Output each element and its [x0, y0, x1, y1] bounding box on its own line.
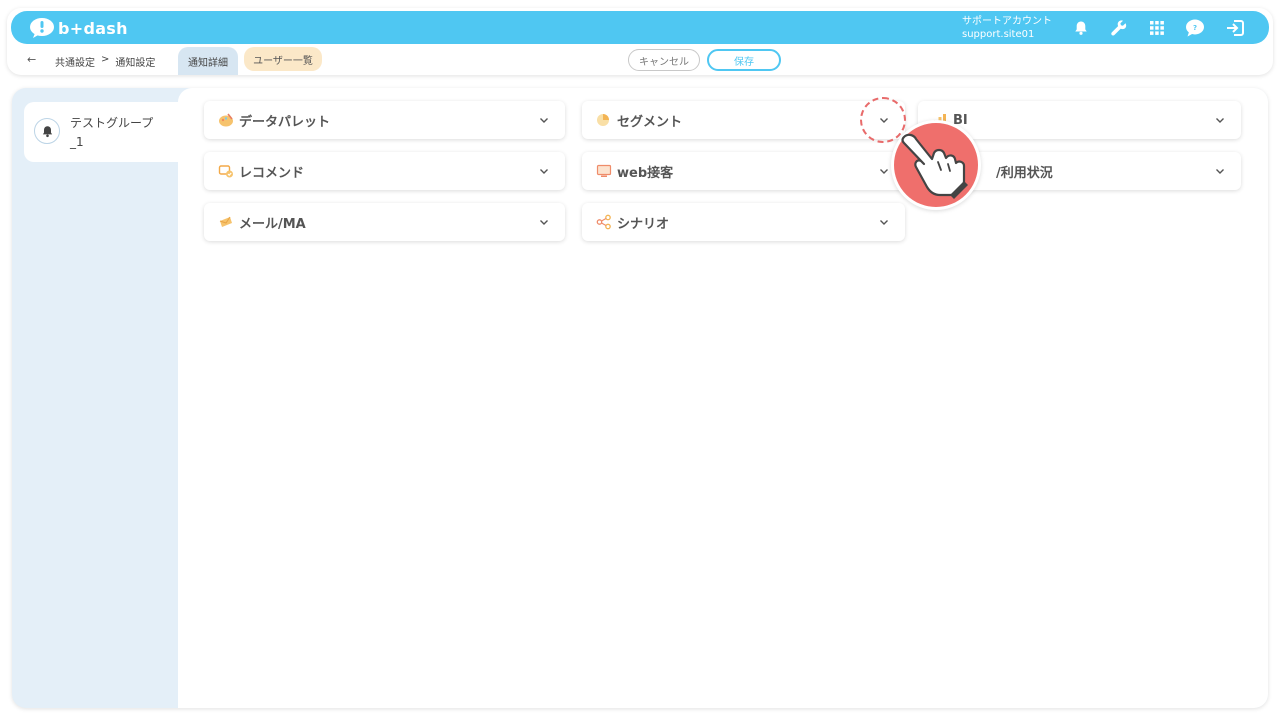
bell-icon[interactable] — [1070, 17, 1092, 39]
wrench-icon[interactable] — [1108, 17, 1130, 39]
app-root: b+dash サポートアカウント support.site01 ? ← 共通設定… — [0, 0, 1280, 720]
category-recommend[interactable]: レコメンド — [204, 152, 565, 190]
cancel-button[interactable]: キャンセル — [628, 49, 700, 71]
palette-icon — [218, 112, 234, 128]
segment-icon — [596, 112, 612, 128]
account-site: support.site01 — [962, 29, 1035, 40]
header-card: b+dash サポートアカウント support.site01 ? ← 共通設定… — [7, 8, 1273, 75]
back-arrow-icon[interactable]: ← — [27, 53, 36, 66]
category-label: web接客 — [617, 165, 674, 181]
grid-icon[interactable] — [1146, 17, 1168, 39]
category-label: メール/MA — [239, 216, 306, 232]
chevron-down-icon[interactable] — [537, 215, 551, 229]
chevron-down-icon[interactable] — [537, 164, 551, 178]
category-label: シナリオ — [617, 216, 670, 232]
logout-icon[interactable] — [1224, 17, 1246, 39]
chevron-down-icon[interactable] — [1213, 113, 1227, 127]
logo-text: b+dash — [58, 18, 128, 38]
chevron-down-icon[interactable] — [537, 113, 551, 127]
chevron-down-icon[interactable] — [877, 164, 891, 178]
account-label: サポートアカウント — [962, 16, 1052, 27]
mail-icon — [218, 214, 234, 230]
pointing-hand-icon — [891, 120, 981, 210]
sidebar-item-label: テストグループ_1 — [70, 116, 154, 149]
logo[interactable]: b+dash — [29, 16, 128, 40]
account-info[interactable]: サポートアカウント support.site01 — [962, 15, 1052, 41]
category-segment[interactable]: セグメント — [582, 101, 905, 139]
breadcrumb-separator: > — [101, 54, 110, 65]
breadcrumb: 共通設定 > 通知設定 — [55, 54, 155, 69]
category-web-customer-service[interactable]: web接客 — [582, 152, 905, 190]
category-scenario[interactable]: シナリオ — [582, 203, 905, 241]
web-icon — [596, 163, 612, 179]
logo-mark-icon — [29, 17, 55, 39]
tab-user-list[interactable]: ユーザー一覧 — [244, 47, 322, 71]
top-bar: b+dash サポートアカウント support.site01 ? — [11, 11, 1269, 44]
chevron-down-icon[interactable] — [877, 215, 891, 229]
tab-notification-details[interactable]: 通知詳細 — [178, 47, 238, 75]
svg-text:?: ? — [1193, 24, 1197, 32]
category-label: データパレット — [239, 114, 331, 130]
category-label: /利用状況 — [996, 165, 1053, 181]
recommend-icon — [218, 163, 234, 179]
breadcrumb-item-common-settings[interactable]: 共通設定 — [55, 54, 95, 69]
main-card: テストグループ_1 データパレット セグメント BI レコメンド web接客 /… — [12, 88, 1268, 708]
help-icon[interactable]: ? — [1184, 17, 1206, 39]
category-label: レコメンド — [239, 165, 305, 181]
sub-bar: ← 共通設定 > 通知設定 通知詳細 ユーザー一覧 キャンセル 保存 — [7, 46, 1273, 75]
category-label: セグメント — [617, 114, 683, 130]
chevron-down-icon[interactable] — [1213, 164, 1227, 178]
content-panel: データパレット セグメント BI レコメンド web接客 /利用状況 メール/M… — [178, 88, 1268, 708]
bell-icon — [34, 118, 60, 144]
category-mail-ma[interactable]: メール/MA — [204, 203, 565, 241]
sidebar-item-test-group-1[interactable]: テストグループ_1 — [24, 102, 180, 162]
breadcrumb-item-notification-settings: 通知設定 — [115, 58, 156, 69]
save-button[interactable]: 保存 — [707, 49, 781, 71]
scenario-icon — [596, 214, 612, 230]
category-data-palette[interactable]: データパレット — [204, 101, 565, 139]
